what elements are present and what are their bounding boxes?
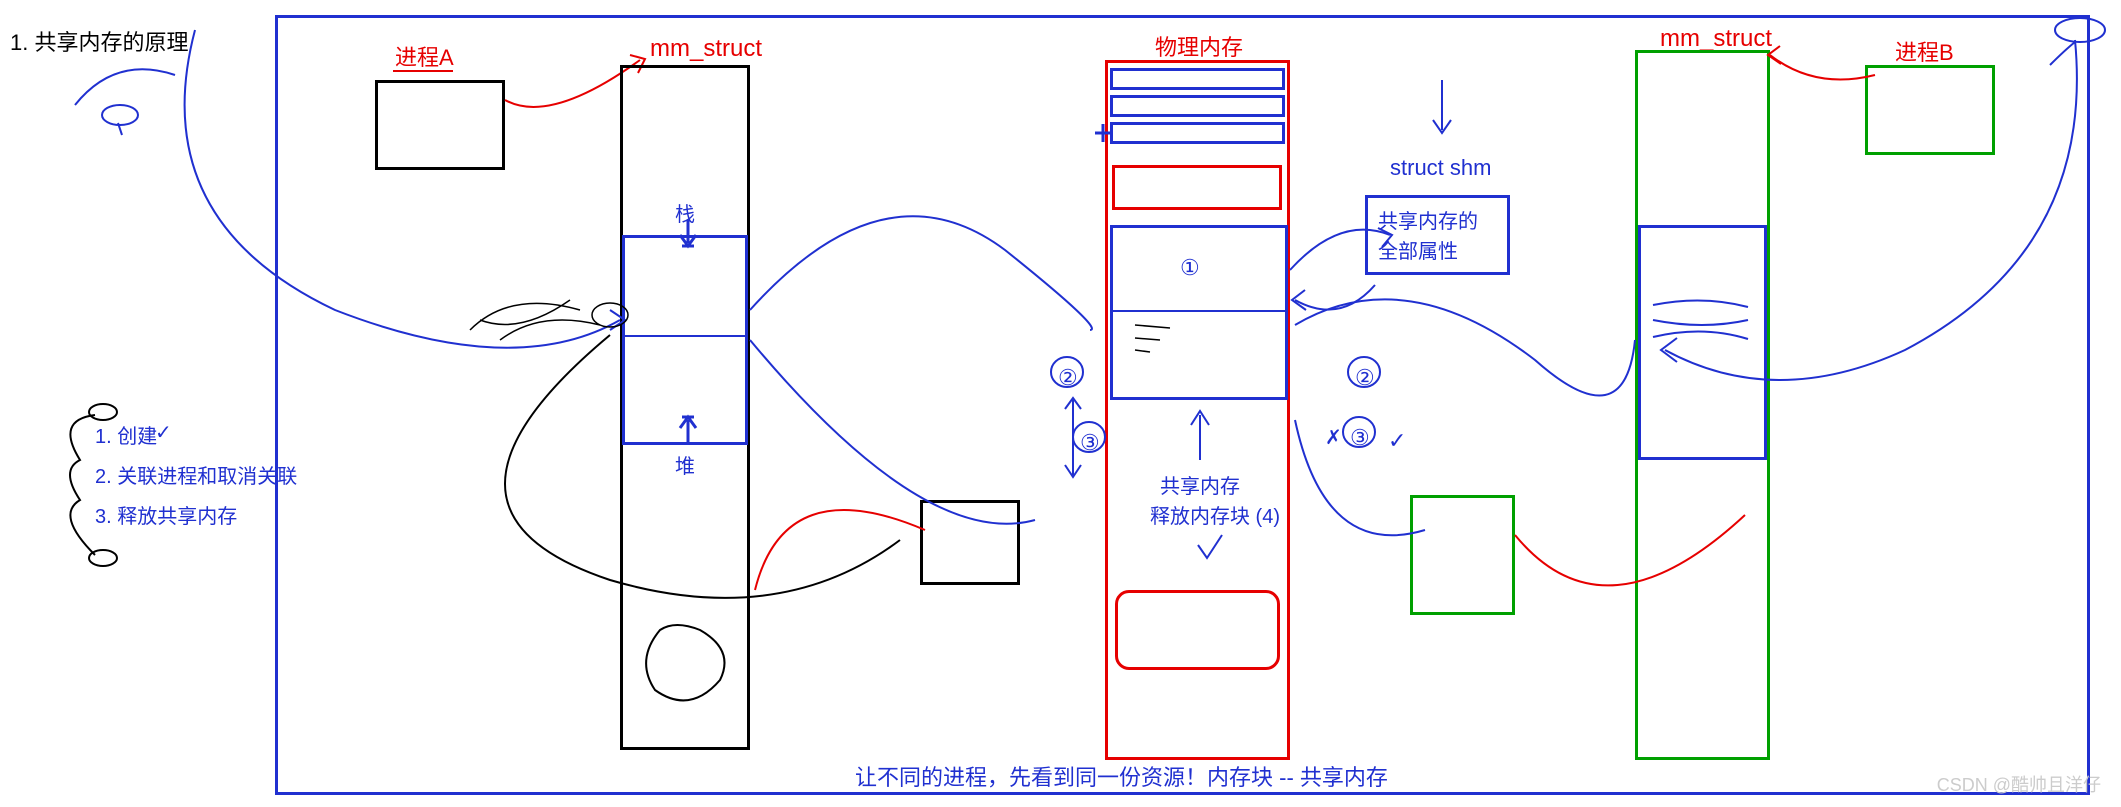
check-icon: ✓ [155,420,172,445]
arrow-red-right [1505,495,1765,655]
arrow-down-icon [1430,75,1455,145]
release-block-label: 释放内存块 (4) [1150,500,1280,529]
up-arrow-shm [1185,405,1215,465]
watermark: CSDN @酷帅且洋仔 [1937,771,2101,797]
phys-slot-1 [1110,68,1285,90]
scribble-lines [1130,320,1190,360]
pin-mark [1092,118,1114,148]
circle-2-ring [1050,355,1085,390]
arrow-red-procb [1765,40,1885,100]
step-3: 3. 释放共享内存 [95,500,237,529]
phys-shm-block [1110,225,1288,400]
bottom-caption: 让不同的进程，先看到同一份资源！内存块 -- 共享内存 [855,760,1388,792]
updown-2-3 [1058,395,1108,485]
phys-red-slot [1112,165,1282,210]
step-2: 2. 关联进程和取消关联 [95,460,297,489]
phys-slot-3 [1110,122,1285,144]
blob-shape [640,620,735,710]
step-1: 1. 创建 [95,420,157,449]
phys-slot-2 [1110,95,1285,117]
circle-1: ① [1180,255,1200,281]
phys-bottom-slot [1115,590,1280,670]
phys-mem-label: 物理内存 [1155,30,1243,62]
check-shm [1195,530,1225,570]
stage: 1. 共享内存的原理 1. 创建 ✓ 2. 关联进程和取消关联 3. 释放共享内… [0,0,2121,807]
shm-label: 共享内存 [1160,470,1240,499]
phys-shm-mid [1110,310,1288,312]
